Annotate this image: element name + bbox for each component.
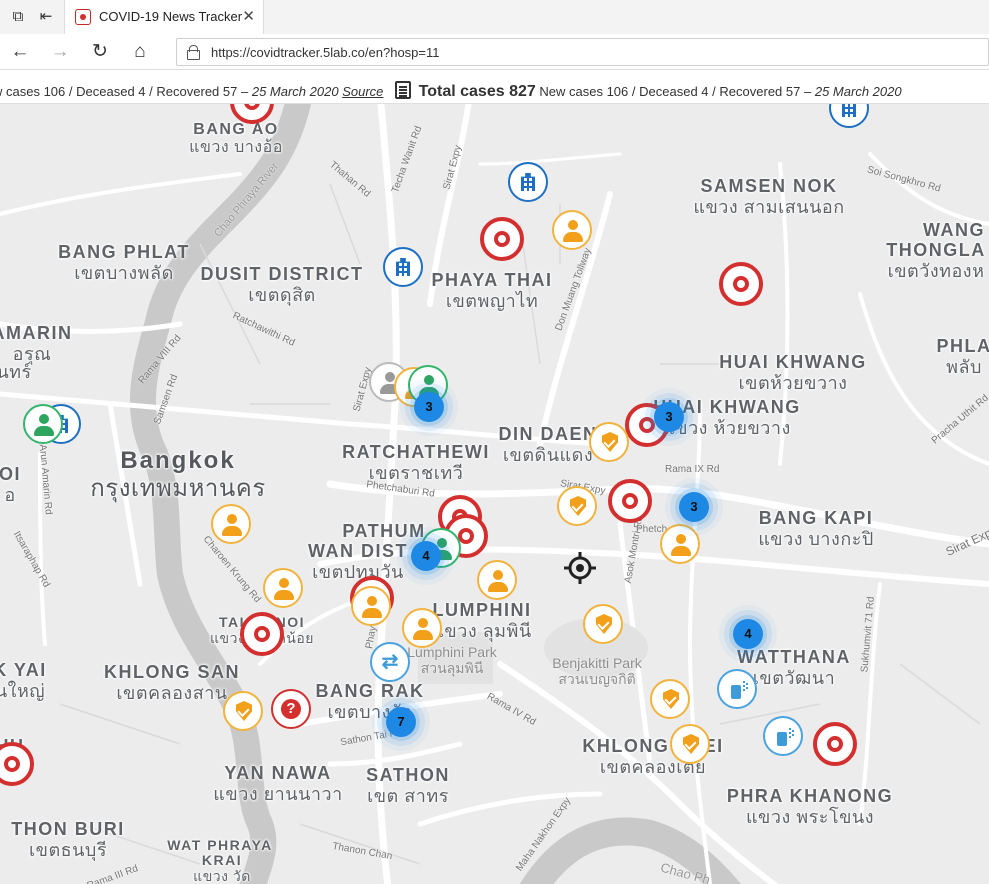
district-label-din-daeng: DIN DAEN เขตดินแดง bbox=[498, 424, 598, 465]
district-label-pathum: PATHUM bbox=[342, 521, 426, 541]
district-label-amarin: AMARINอรุณ bbox=[0, 323, 73, 364]
district-label-wang: WANG bbox=[923, 220, 985, 240]
hospital-marker-icon[interactable] bbox=[508, 162, 548, 202]
sanitizer-marker-icon[interactable] bbox=[717, 669, 757, 709]
shield-marker-icon[interactable] bbox=[557, 486, 597, 526]
case-marker[interactable] bbox=[813, 722, 857, 766]
shield-marker-icon[interactable] bbox=[670, 724, 710, 764]
district-label-thongla: THONGLA เขตวังทองห bbox=[886, 240, 986, 281]
cluster-marker[interactable]: 3 bbox=[414, 392, 444, 422]
district-label-krai: KRAI แขวง วัด bbox=[193, 852, 251, 884]
ticker-total-cases: Total cases 827 bbox=[418, 83, 536, 100]
shield-marker-icon[interactable] bbox=[650, 679, 690, 719]
district-label-thon-buri: THON BURI เขตธนบุรี bbox=[11, 819, 125, 860]
forward-icon[interactable]: → bbox=[48, 40, 72, 64]
district-label-ratchathewi: RATCHATHEWI เขตราชเทวี bbox=[342, 442, 490, 483]
case-marker[interactable] bbox=[240, 612, 284, 656]
tab-close-icon[interactable]: ✕ bbox=[242, 7, 255, 25]
tab-actions-icon[interactable]: ⧉ bbox=[8, 7, 28, 27]
road-label: Rama IX Rd bbox=[665, 464, 720, 475]
district-label-wat-phraya: WAT PHRAYA bbox=[167, 837, 273, 853]
ticker-source-link[interactable]: Source bbox=[342, 84, 383, 99]
district-label-k-yai: K YAIนใหญ่ bbox=[0, 660, 47, 701]
district-label-samsen-nok: SAMSEN NOK แขวง สามเสนนอก bbox=[693, 176, 845, 217]
district-label-bang-ao: BANG AO แขวง บางอ้อ bbox=[189, 121, 283, 157]
district-label-bang-kapi: BANG KAPI แขวง บางกะปิ bbox=[758, 508, 874, 549]
clipboard-icon bbox=[395, 81, 412, 99]
ticker-new-cases-2: New cases 106 bbox=[539, 84, 629, 99]
map-canvas[interactable]: BANG AO แขวง บางอ้อ SAMSEN NOK แขวง สามเสน… bbox=[0, 104, 989, 884]
district-label-dusit: DUSIT DISTRICT เขตดุสิต bbox=[200, 264, 364, 305]
person-marker-icon[interactable] bbox=[477, 560, 517, 600]
case-marker[interactable] bbox=[480, 217, 524, 261]
person-marker-icon[interactable] bbox=[552, 210, 592, 250]
shield-marker-icon[interactable] bbox=[583, 604, 623, 644]
ticker-date: 25 March 2020 bbox=[251, 84, 339, 99]
person-marker-icon[interactable] bbox=[263, 568, 303, 608]
district-label-lumphini: LUMPHINI แขวง ลุมพินี bbox=[432, 600, 532, 641]
url-text: https://covidtracker.5lab.co/en?hosp=11 bbox=[211, 45, 440, 60]
person-marker-icon[interactable] bbox=[660, 524, 700, 564]
browser-toolbar: ← → ↻ ⌂ https://covidtracker.5lab.co/en?… bbox=[0, 34, 989, 70]
ticker-deceased: Deceased 4 bbox=[76, 84, 146, 99]
hospital-marker-icon[interactable] bbox=[383, 247, 423, 287]
locate-me-icon[interactable] bbox=[563, 551, 597, 585]
district-label-pathum-wan: WAN DIST เขตปทุมวัน bbox=[308, 541, 408, 582]
set-aside-tabs-icon[interactable]: ⇤ bbox=[36, 7, 56, 27]
district-label-phra-khanong: PHRA KHANONG แขวง พระโขนง bbox=[726, 786, 894, 827]
district-label-bang-phlat: BANG PHLAT เขตบางพลัด bbox=[58, 242, 190, 283]
refresh-icon[interactable]: ↻ bbox=[88, 40, 112, 64]
ticker-new-cases: w cases 106 bbox=[0, 84, 66, 99]
shield-marker-icon[interactable] bbox=[589, 422, 629, 462]
person-marker-icon[interactable] bbox=[351, 586, 391, 626]
cluster-marker[interactable]: 3 bbox=[679, 492, 709, 522]
district-label-yan-nawa: YAN NAWA แขวง ยานนาวา bbox=[213, 763, 343, 804]
park-label-lumphini: Lumphini Park สวนลุมพินี bbox=[407, 644, 497, 677]
case-marker[interactable] bbox=[719, 262, 763, 306]
district-label-phaya-thai: PHAYA THAI เขตพญาไท bbox=[431, 270, 553, 311]
ticker-deceased-2: Deceased 4 bbox=[639, 84, 709, 99]
park-label-benjakitti: Benjakitti Park สวนเบญจกิติ bbox=[552, 655, 642, 688]
district-label-oi: OI อ bbox=[0, 464, 22, 505]
unknown-marker-icon[interactable] bbox=[271, 689, 311, 729]
person-marker-icon[interactable] bbox=[211, 504, 251, 544]
ticker-date-2: 25 March 2020 bbox=[814, 84, 902, 99]
cluster-marker[interactable]: 4 bbox=[411, 541, 441, 571]
person-marker-icon[interactable] bbox=[402, 608, 442, 648]
ticker-recovered-2: Recovered 57 bbox=[719, 84, 801, 99]
district-label-amarin-th: นทร์ bbox=[0, 362, 32, 382]
stats-ticker: w cases 106 / Deceased 4 / Recovered 57 … bbox=[0, 70, 989, 104]
district-label-huai-khwang: HUAI KHWANG เขตห้วยขวาง bbox=[719, 352, 867, 393]
sanitizer-marker-icon[interactable] bbox=[763, 716, 803, 756]
cluster-marker[interactable]: 4 bbox=[733, 619, 763, 649]
lock-icon bbox=[187, 45, 200, 60]
home-icon[interactable]: ⌂ bbox=[128, 40, 152, 64]
shield-marker-icon[interactable] bbox=[223, 691, 263, 731]
ticker-recovered: Recovered 57 bbox=[156, 84, 238, 99]
cluster-marker[interactable]: 7 bbox=[386, 707, 416, 737]
city-label-bangkok: Bangkok กรุงเทพมหานคร bbox=[90, 447, 266, 502]
browser-tab[interactable]: COVID-19 News Tracker ✕ bbox=[64, 0, 264, 34]
district-label-sathon: SATHON เขต สาทร bbox=[366, 765, 450, 806]
transfer-marker-icon[interactable]: ⇄ bbox=[370, 642, 410, 682]
site-favicon-icon bbox=[75, 9, 91, 25]
district-label-phla: PHLA พลับ bbox=[936, 336, 989, 377]
browser-tab-bar: ⧉ ⇤ COVID-19 News Tracker ✕ bbox=[0, 0, 989, 34]
case-marker[interactable] bbox=[608, 479, 652, 523]
district-label-khlong-san: KHLONG SAN เขตคลองสาน bbox=[104, 662, 240, 703]
cluster-marker[interactable]: 3 bbox=[654, 402, 684, 432]
person-marker-icon[interactable] bbox=[23, 404, 63, 444]
tab-title: COVID-19 News Tracker bbox=[99, 9, 243, 24]
address-bar[interactable]: https://covidtracker.5lab.co/en?hosp=11 bbox=[176, 38, 989, 66]
back-icon[interactable]: ← bbox=[8, 40, 32, 64]
